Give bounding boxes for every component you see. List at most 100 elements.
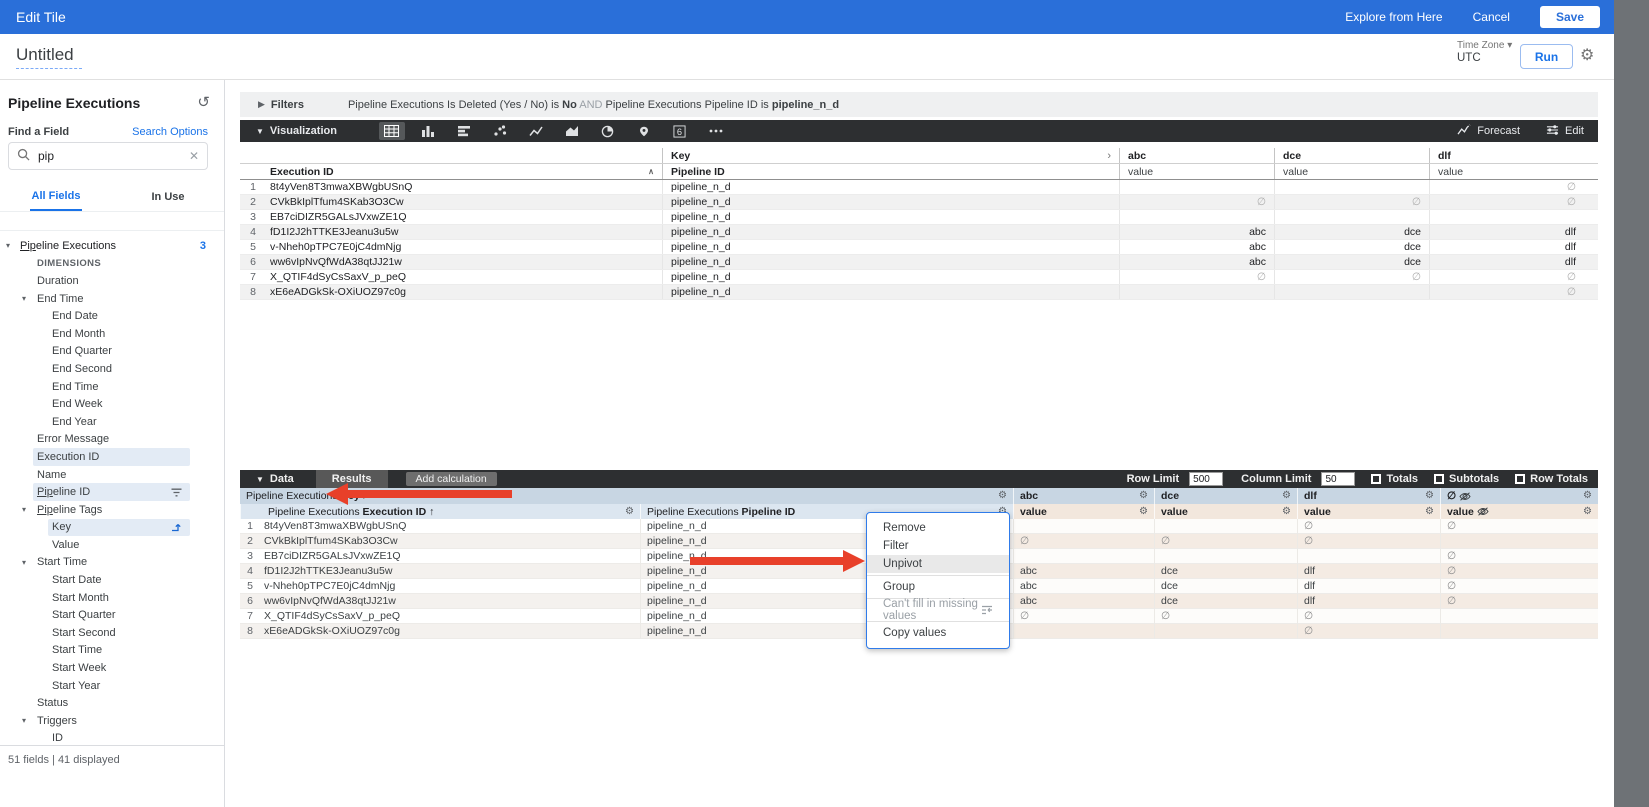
cell-value[interactable]: abc — [1119, 225, 1274, 239]
sidebar-item-start-second[interactable]: Start Second — [0, 624, 224, 642]
cell-value[interactable]: ∅ — [1297, 609, 1440, 624]
cell-value[interactable]: dce — [1154, 579, 1297, 594]
cell-value[interactable] — [1274, 285, 1429, 299]
cell-value[interactable] — [1013, 624, 1154, 639]
sidebar-item-end-week[interactable]: End Week — [0, 395, 224, 413]
history-icon[interactable]: ↺ — [197, 93, 210, 111]
chevron-down-icon[interactable]: ▾ — [22, 294, 26, 303]
gear-icon[interactable]: ⚙ — [1583, 491, 1592, 501]
add-calculation-button[interactable]: Add calculation — [406, 472, 497, 486]
cell-value[interactable] — [1297, 549, 1440, 564]
cell-value[interactable]: abc — [1119, 255, 1274, 269]
subtotals-checkbox[interactable]: Subtotals — [1434, 473, 1499, 485]
cell-value[interactable]: ∅ — [1429, 270, 1584, 284]
pivot-value-header[interactable]: dce⚙ — [1154, 488, 1297, 504]
cell-pipeline-id[interactable]: pipeline_n_d — [662, 180, 1119, 194]
cell-value[interactable]: ∅ — [1297, 534, 1440, 549]
sidebar-item-end-date[interactable]: End Date — [0, 307, 224, 325]
sidebar-item-name[interactable]: Name — [0, 466, 224, 484]
sidebar-item-start-month[interactable]: Start Month — [0, 589, 224, 607]
gear-icon[interactable]: ⚙ — [1580, 45, 1594, 65]
cell-pipeline-id[interactable]: pipeline_n_d — [662, 210, 1119, 224]
cell-value[interactable] — [1440, 624, 1598, 639]
single-value-icon[interactable]: 6 — [667, 122, 693, 140]
pivot-field-header[interactable]: Key› — [662, 148, 1119, 163]
sidebar-item-start-time[interactable]: ▾Start Time — [0, 554, 224, 572]
cell-value[interactable] — [1154, 549, 1297, 564]
area-chart-icon[interactable] — [559, 122, 585, 140]
timezone-control[interactable]: Time Zone ▾ UTC — [1457, 40, 1512, 64]
value-header[interactable]: value — [1119, 164, 1274, 179]
cell-value[interactable]: dlf — [1297, 579, 1440, 594]
pivot-value-header[interactable]: abc — [1119, 148, 1274, 163]
cell-value[interactable] — [1119, 180, 1274, 194]
bar-chart-icon[interactable] — [451, 122, 477, 140]
cell-value[interactable]: ∅ — [1119, 270, 1274, 284]
cell-execution-id[interactable]: xE6eADGkSk-OXiUOZ97c0g — [258, 624, 640, 639]
cell-value[interactable]: ∅ — [1440, 594, 1598, 609]
menu-item-unpivot[interactable]: Unpivot — [867, 555, 1009, 573]
cell-pipeline-id[interactable]: pipeline_n_d — [662, 255, 1119, 269]
sidebar-item-end-year[interactable]: End Year — [0, 413, 224, 431]
menu-item-group[interactable]: Group — [867, 578, 1009, 596]
clear-search-icon[interactable]: ✕ — [189, 149, 199, 163]
sidebar-item-start-time[interactable]: Start Time — [0, 642, 224, 660]
cell-value[interactable] — [1440, 609, 1598, 624]
gear-icon[interactable]: ⚙ — [1425, 507, 1434, 517]
cell-value[interactable] — [1440, 534, 1598, 549]
gear-icon[interactable]: ⚙ — [1583, 507, 1592, 517]
cell-value[interactable]: ∅ — [1429, 195, 1584, 209]
cell-value[interactable]: dlf — [1429, 240, 1584, 254]
cell-value[interactable]: dce — [1274, 255, 1429, 269]
more-icon[interactable] — [703, 122, 729, 140]
cell-value[interactable]: ∅ — [1429, 285, 1584, 299]
chevron-down-icon[interactable]: ▾ — [6, 241, 10, 250]
cell-execution-id[interactable]: xE6eADGkSk-OXiUOZ97c0g — [262, 285, 662, 299]
cell-value[interactable] — [1013, 519, 1154, 534]
tile-title[interactable]: Untitled — [16, 45, 74, 65]
filters-bar[interactable]: ▶ Filters Pipeline Executions Is Deleted… — [240, 92, 1598, 117]
chevron-down-icon[interactable]: ▾ — [22, 558, 26, 567]
map-chart-icon[interactable] — [631, 122, 657, 140]
cell-value[interactable]: ∅ — [1297, 624, 1440, 639]
row-limit-input[interactable] — [1189, 472, 1223, 486]
column-chart-icon[interactable] — [415, 122, 441, 140]
chevron-down-icon[interactable]: ▾ — [22, 505, 26, 514]
execution-id-header[interactable]: Pipeline Executions Execution ID ↑⚙ — [240, 504, 640, 519]
cell-execution-id[interactable]: EB7ciDIZR5GALsJVxwZE1Q — [258, 549, 640, 564]
cell-execution-id[interactable]: CVkBkIplTfum4SKab3O3Cw — [262, 195, 662, 209]
pivot-value-header[interactable]: ∅ ⚙ — [1440, 488, 1598, 504]
menu-item-copy-values[interactable]: Copy values — [867, 624, 1009, 642]
cell-execution-id[interactable]: v-Nheh0pTPC7E0jC4dmNjg — [262, 240, 662, 254]
save-button[interactable]: Save — [1540, 6, 1600, 28]
cell-value[interactable]: abc — [1013, 564, 1154, 579]
cell-value[interactable]: ∅ — [1154, 534, 1297, 549]
value-header[interactable]: value⚙ — [1154, 504, 1297, 519]
cell-execution-id[interactable]: EB7ciDIZR5GALsJVxwZE1Q — [262, 210, 662, 224]
cell-value[interactable]: dlf — [1429, 225, 1584, 239]
cell-value[interactable]: dlf — [1429, 255, 1584, 269]
cell-execution-id[interactable]: ww6vIpNvQfWdA38qtJJ21w — [258, 594, 640, 609]
sidebar-item-end-quarter[interactable]: End Quarter — [0, 343, 224, 361]
sidebar-item-start-quarter[interactable]: Start Quarter — [0, 606, 224, 624]
cell-execution-id[interactable]: ww6vIpNvQfWdA38qtJJ21w — [262, 255, 662, 269]
cell-execution-id[interactable]: v-Nheh0pTPC7E0jC4dmNjg — [258, 579, 640, 594]
cell-value[interactable] — [1274, 180, 1429, 194]
cell-value[interactable]: abc — [1013, 594, 1154, 609]
cell-value[interactable]: ∅ — [1429, 180, 1584, 194]
cell-value[interactable]: dce — [1274, 225, 1429, 239]
cell-value[interactable] — [1154, 519, 1297, 534]
cell-value[interactable]: ∅ — [1274, 195, 1429, 209]
cell-execution-id[interactable]: 8t4yVen8T3mwaXBWgbUSnQ — [262, 180, 662, 194]
cancel-button[interactable]: Cancel — [1473, 10, 1510, 24]
field-search-box[interactable]: ✕ — [8, 142, 208, 170]
sidebar-item-end-month[interactable]: End Month — [0, 325, 224, 343]
sidebar-item-error-message[interactable]: Error Message — [0, 431, 224, 449]
run-button[interactable]: Run — [1520, 44, 1573, 69]
sidebar-item-pipeline-tags[interactable]: ▾Pipeline Tags — [0, 501, 224, 519]
cell-value[interactable]: ∅ — [1440, 579, 1598, 594]
value-header[interactable]: value ⚙ — [1440, 504, 1598, 519]
collapse-visualization-icon[interactable]: ▼ — [256, 127, 264, 136]
gear-icon[interactable]: ⚙ — [1425, 491, 1434, 501]
gear-icon[interactable]: ⚙ — [1282, 507, 1291, 517]
